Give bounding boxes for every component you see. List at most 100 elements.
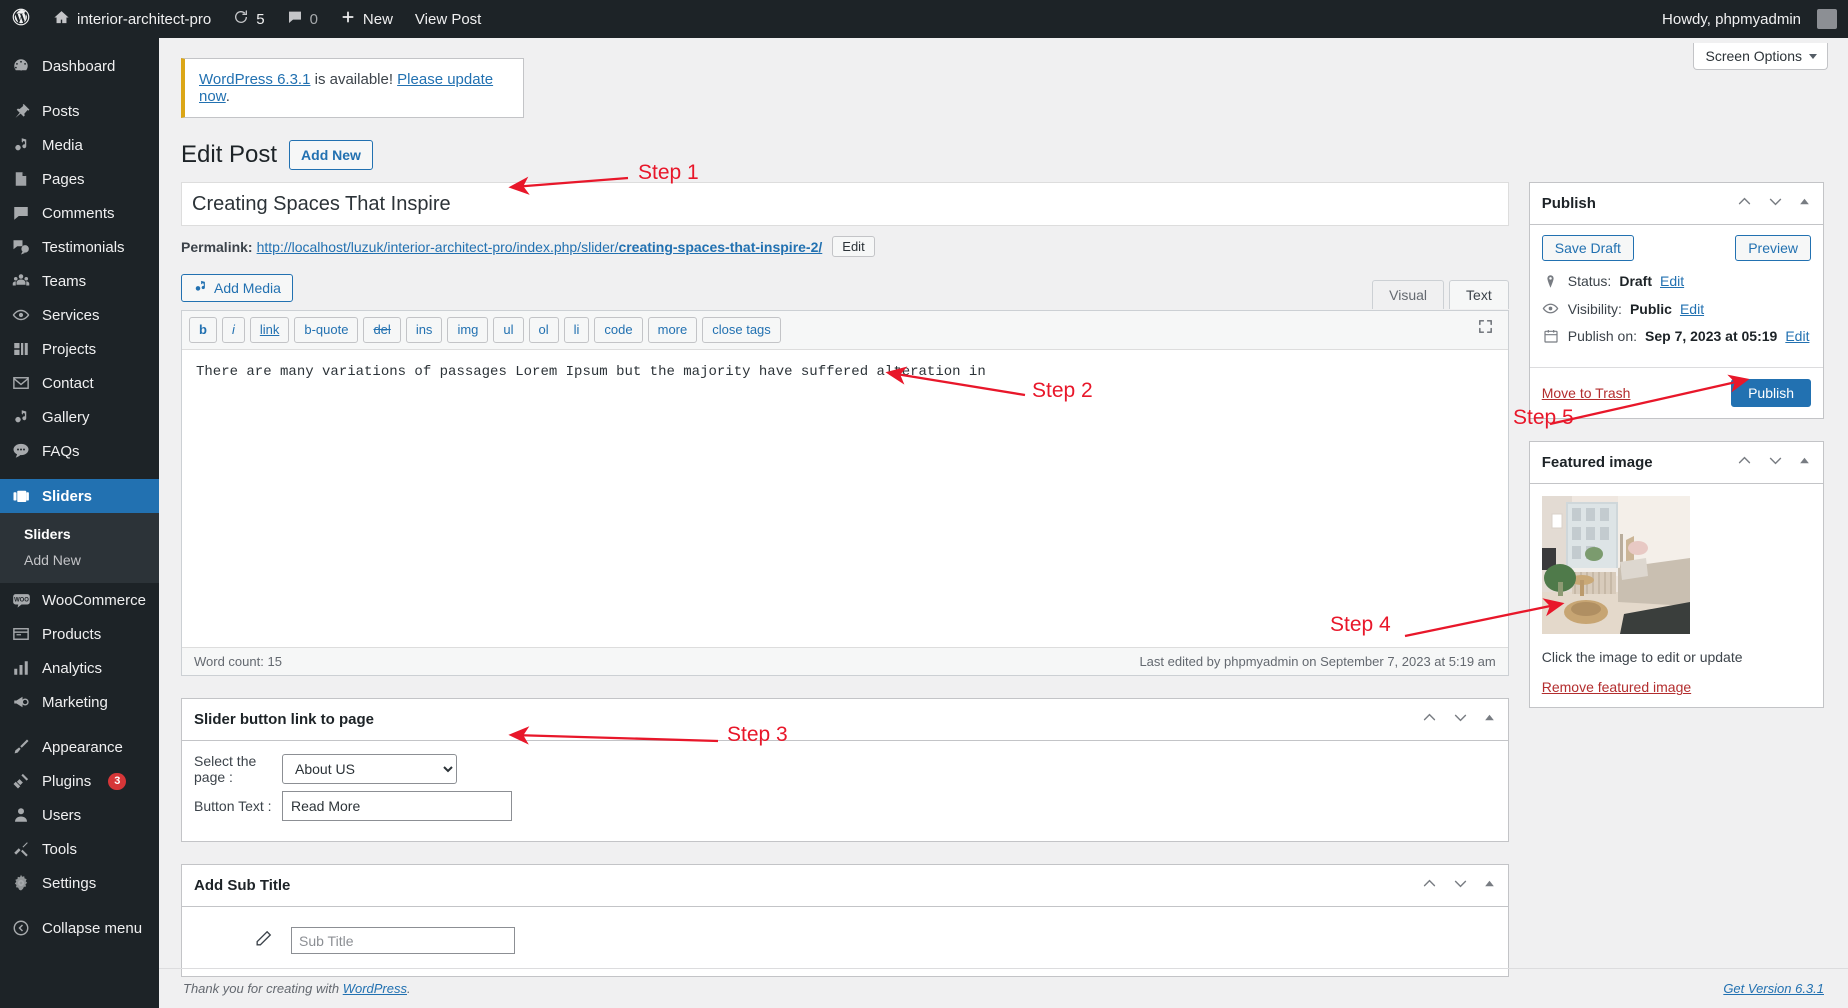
sidebar-item-comments[interactable]: Comments xyxy=(0,196,159,230)
move-up-icon[interactable] xyxy=(1421,875,1438,896)
plus-icon xyxy=(340,9,356,29)
my-account-menu[interactable]: Howdy, phpmyadmin xyxy=(1651,0,1848,38)
sidebar-item-settings[interactable]: Settings xyxy=(0,866,159,900)
sidebar-item-plugins[interactable]: Plugins 3 xyxy=(0,764,159,798)
quicktag-code[interactable]: code xyxy=(594,317,643,344)
move-up-icon[interactable] xyxy=(1421,709,1438,730)
publish-date-edit-link[interactable]: Edit xyxy=(1785,328,1809,344)
sidebar-item-dashboard[interactable]: Dashboard xyxy=(0,49,159,83)
sidebar-item-products[interactable]: Products xyxy=(0,617,159,651)
move-up-icon[interactable] xyxy=(1736,452,1753,473)
sidebar-item-appearance[interactable]: Appearance xyxy=(0,730,159,764)
quicktag-img[interactable]: img xyxy=(447,317,489,344)
quicktag-b[interactable]: b xyxy=(189,317,217,344)
dashboard-icon xyxy=(11,56,31,76)
sidebar-item-posts[interactable]: Posts xyxy=(0,94,159,128)
remove-featured-image-link[interactable]: Remove featured image xyxy=(1542,679,1811,695)
sidebar-item-media[interactable]: Media xyxy=(0,128,159,162)
wordpress-logo-button[interactable] xyxy=(0,0,42,38)
quicktag-b-quote[interactable]: b-quote xyxy=(294,317,359,344)
updates-button[interactable]: 5 xyxy=(222,0,275,38)
visibility-edit-link[interactable]: Edit xyxy=(1680,301,1704,317)
sidebar-item-analytics[interactable]: Analytics xyxy=(0,651,159,685)
get-version-link[interactable]: Get Version 6.3.1 xyxy=(1723,981,1824,996)
wordpress-link[interactable]: WordPress xyxy=(343,981,407,996)
publish-button[interactable]: Publish xyxy=(1731,379,1811,408)
quicktag-i[interactable]: i xyxy=(221,317,245,344)
toggle-panel-icon[interactable] xyxy=(1483,711,1496,728)
wordpress-version-link[interactable]: WordPress 6.3.1 xyxy=(199,71,310,88)
move-down-icon[interactable] xyxy=(1452,709,1469,730)
edit-permalink-button[interactable]: Edit xyxy=(832,236,875,258)
sidebar-item-faqs[interactable]: FAQs xyxy=(0,434,159,468)
button-text-input[interactable] xyxy=(282,791,512,822)
sidebar-submenu-item-sliders[interactable]: Sliders xyxy=(0,521,159,547)
sidebar-item-woocommerce[interactable]: WOO WooCommerce xyxy=(0,583,159,617)
sidebar-submenu-item-add-new[interactable]: Add New xyxy=(0,547,159,573)
quicktag-ol[interactable]: ol xyxy=(528,317,559,344)
editor-tab-visual[interactable]: Visual xyxy=(1372,280,1445,310)
sidebar-item-pages[interactable]: Pages xyxy=(0,162,159,196)
sidebar-item-services[interactable]: Services xyxy=(0,298,159,332)
quicktag-del[interactable]: del xyxy=(363,317,401,344)
post-title-input[interactable] xyxy=(181,182,1509,227)
move-down-icon[interactable] xyxy=(1767,452,1784,473)
sub-title-input[interactable] xyxy=(291,927,515,955)
quicktag-more[interactable]: more xyxy=(647,317,698,344)
site-name-link[interactable]: interior-architect-pro xyxy=(42,0,222,38)
wordpress-logo-icon xyxy=(11,7,31,31)
fullscreen-icon[interactable] xyxy=(1477,318,1494,339)
sidebar-item-contact[interactable]: Contact xyxy=(0,366,159,400)
move-up-icon[interactable] xyxy=(1736,193,1753,214)
sidebar-item-label: Settings xyxy=(42,874,97,892)
editor-tab-text[interactable]: Text xyxy=(1449,280,1509,310)
status-label: Status: xyxy=(1567,273,1612,290)
comments-button[interactable]: 0 xyxy=(276,0,329,38)
save-draft-button[interactable]: Save Draft xyxy=(1541,235,1634,262)
toggle-panel-icon[interactable] xyxy=(1798,195,1811,212)
sidebar-item-testimonials[interactable]: Testimonials xyxy=(0,230,159,264)
move-to-trash-link[interactable]: Move to Trash xyxy=(1542,385,1631,401)
quicktag-li[interactable]: li xyxy=(563,317,590,344)
metabox-body: Select the page : About US Button Text : xyxy=(182,741,1508,841)
sidebar-item-gallery[interactable]: Gallery xyxy=(0,400,159,434)
featured-image-thumbnail[interactable] xyxy=(1541,496,1690,635)
post-content-textarea[interactable]: There are many variations of passages Lo… xyxy=(182,350,1508,644)
sidebar-item-users[interactable]: Users xyxy=(0,798,159,832)
permalink-link[interactable]: http://localhost/luzuk/interior-architec… xyxy=(257,239,823,255)
draft-preview-row: Save Draft Preview xyxy=(1541,235,1811,262)
quicktag-link[interactable]: link xyxy=(249,317,290,344)
new-label: New xyxy=(362,10,393,28)
sidebar-item-sliders[interactable]: Sliders xyxy=(0,479,159,513)
add-media-button[interactable]: Add Media xyxy=(181,274,293,303)
toggle-panel-icon[interactable] xyxy=(1798,454,1811,471)
sidebar-item-tools[interactable]: Tools xyxy=(0,832,159,866)
sidebar-item-marketing[interactable]: Marketing xyxy=(0,685,159,719)
primary-column: Permalink: http://localhost/luzuk/interi… xyxy=(181,182,1509,978)
sidebar-item-collapse-menu[interactable]: Collapse menu xyxy=(0,911,159,945)
sidebar-item-label: Products xyxy=(42,625,102,643)
move-down-icon[interactable] xyxy=(1452,875,1469,896)
select-page-dropdown[interactable]: About US xyxy=(282,754,457,785)
status-edit-link[interactable]: Edit xyxy=(1660,273,1684,289)
sidebar-item-teams[interactable]: Teams xyxy=(0,264,159,298)
permalink-label: Permalink: xyxy=(181,238,253,255)
sidebar-item-projects[interactable]: Projects xyxy=(0,332,159,366)
toggle-panel-icon[interactable] xyxy=(1483,877,1496,894)
select-page-row: Select the page : About US xyxy=(194,753,1496,785)
chevron-down-icon xyxy=(1809,54,1817,59)
media-icon xyxy=(11,135,31,155)
quicktag-ins[interactable]: ins xyxy=(405,317,443,344)
view-post-link[interactable]: View Post xyxy=(404,0,492,38)
screen-options-button[interactable]: Screen Options xyxy=(1692,43,1828,70)
publish-box-title: Publish xyxy=(1541,195,1596,213)
new-content-button[interactable]: New xyxy=(329,0,404,38)
quicktag-close-tags[interactable]: close tags xyxy=(702,317,781,344)
settings-gear-icon xyxy=(11,873,31,893)
quicktag-ul[interactable]: ul xyxy=(493,317,524,344)
metabox-body xyxy=(182,907,1508,976)
preview-button[interactable]: Preview xyxy=(1735,235,1811,262)
add-new-button[interactable]: Add New xyxy=(289,140,373,171)
move-down-icon[interactable] xyxy=(1767,193,1784,214)
metabox-handle-actions xyxy=(1421,875,1496,896)
